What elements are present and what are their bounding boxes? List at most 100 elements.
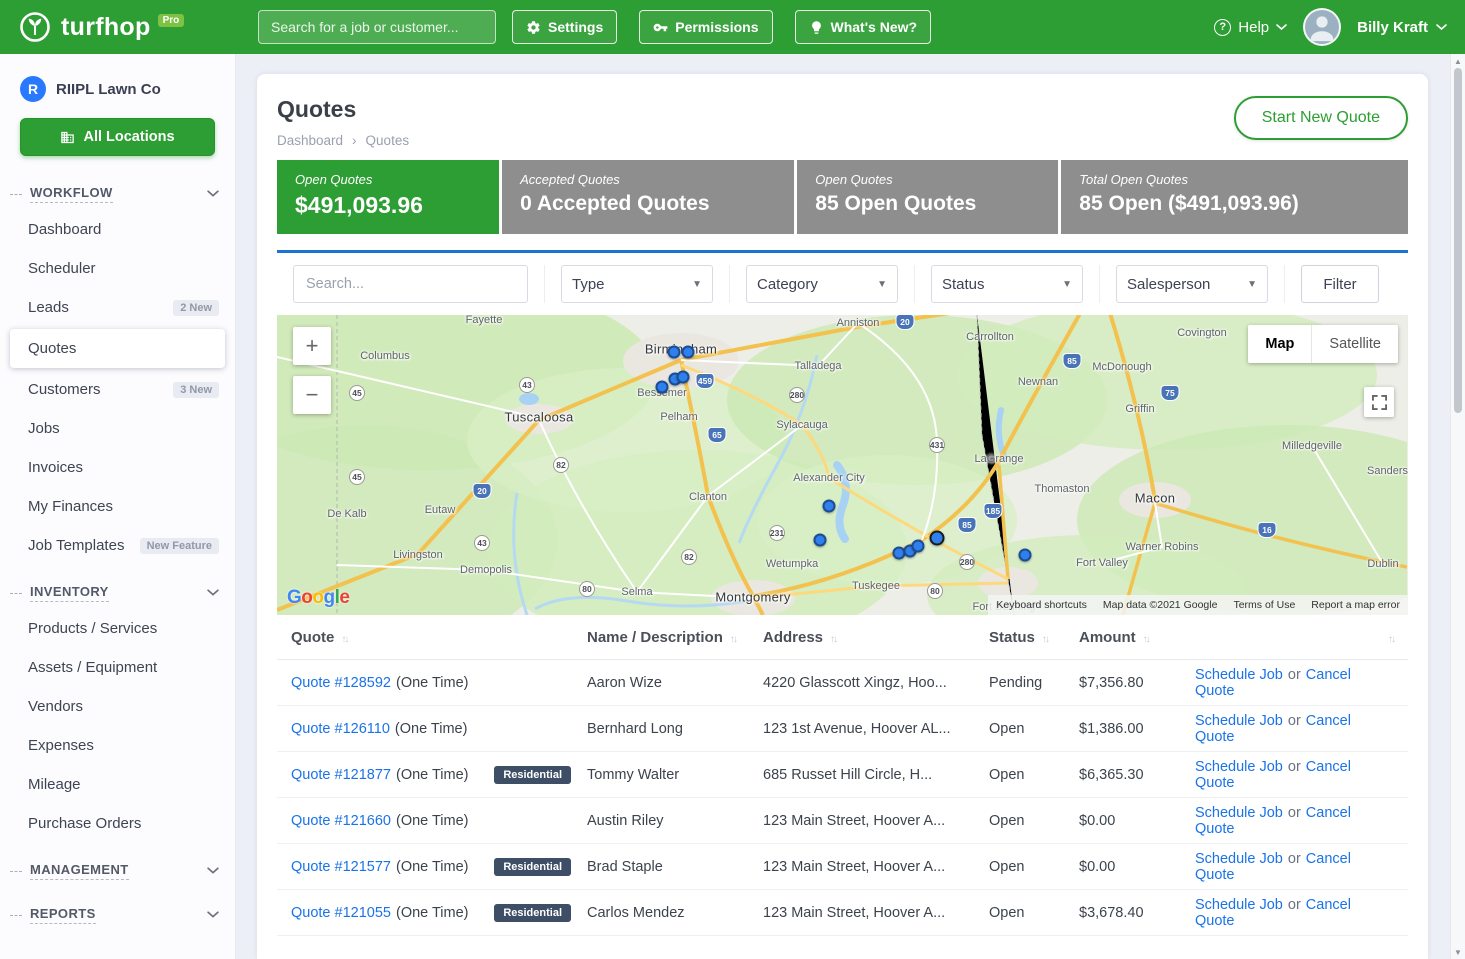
sidebar-item-dashboard[interactable]: Dashboard	[0, 210, 235, 249]
schedule-job-link[interactable]: Schedule Job	[1195, 851, 1283, 867]
category-select[interactable]: Category ▼	[746, 265, 898, 303]
sort-icon[interactable]	[730, 629, 736, 646]
quote-link[interactable]: Quote #128592	[291, 675, 391, 691]
report-map-error-link[interactable]: Report a map error	[1311, 599, 1400, 611]
scroll-up-arrow[interactable]: ▲	[1451, 54, 1465, 68]
map-type-satellite-button[interactable]: Satellite	[1311, 325, 1398, 363]
type-select[interactable]: Type ▼	[561, 265, 713, 303]
start-new-quote-button[interactable]: Start New Quote	[1234, 96, 1408, 140]
filter-bar: Type ▼ Category ▼ Status ▼	[277, 250, 1408, 315]
quote-status: Open	[989, 813, 1079, 829]
zoom-out-button[interactable]: −	[293, 376, 331, 414]
map-marker[interactable]	[668, 346, 681, 359]
tree-dash	[10, 194, 22, 195]
quote-link[interactable]: Quote #121660	[291, 813, 391, 829]
settings-button[interactable]: Settings	[512, 10, 617, 44]
global-search-input[interactable]	[258, 10, 496, 44]
chevron-down-icon: ▼	[877, 279, 887, 290]
sort-icon[interactable]	[1143, 629, 1149, 646]
user-menu[interactable]: Billy Kraft	[1357, 19, 1447, 36]
sidebar-item-leads[interactable]: Leads 2 New	[0, 288, 235, 327]
map-type-map-button[interactable]: Map	[1248, 325, 1311, 363]
sidebar-item-job-templates[interactable]: Job Templates New Feature	[0, 526, 235, 565]
quotes-search-input[interactable]	[293, 265, 528, 303]
schedule-job-link[interactable]: Schedule Job	[1195, 805, 1283, 821]
schedule-job-link[interactable]: Schedule Job	[1195, 759, 1283, 775]
terms-of-use-link[interactable]: Terms of Use	[1233, 599, 1295, 611]
app-logo[interactable]: turfhop Pro	[18, 10, 242, 44]
map-marker[interactable]	[682, 346, 695, 359]
google-logo: Google	[287, 587, 349, 609]
th-amount[interactable]: Amount	[1079, 629, 1195, 646]
quote-type: (One Time)	[396, 859, 469, 875]
sidebar-item-expenses[interactable]: Expenses	[0, 726, 235, 765]
schedule-job-link[interactable]: Schedule Job	[1195, 897, 1283, 913]
quote-link[interactable]: Quote #126110	[291, 721, 390, 737]
quote-link[interactable]: Quote #121577	[291, 859, 391, 875]
permissions-button[interactable]: Permissions	[639, 10, 772, 44]
user-name: Billy Kraft	[1357, 19, 1428, 36]
map-city-label: Clanton	[689, 491, 727, 503]
residential-badge: Residential	[494, 858, 571, 876]
sidebar-item-assets-equipment[interactable]: Assets / Equipment	[0, 648, 235, 687]
filter-button[interactable]: Filter	[1301, 265, 1379, 303]
fullscreen-button[interactable]	[1364, 387, 1394, 417]
map-marker[interactable]	[823, 500, 836, 513]
map-marker[interactable]	[656, 381, 669, 394]
all-locations-button[interactable]: All Locations	[20, 118, 215, 156]
whats-new-button[interactable]: What's New?	[795, 10, 932, 44]
sidebar-item-scheduler[interactable]: Scheduler	[0, 249, 235, 288]
section-inventory[interactable]: INVENTORY	[0, 577, 235, 609]
th-quote[interactable]: Quote	[291, 629, 587, 646]
section-workflow[interactable]: WORKFLOW	[0, 178, 235, 210]
route-shield-icon: 43	[474, 535, 490, 551]
scrollbar-thumb[interactable]	[1454, 68, 1462, 413]
quote-status: Pending	[989, 675, 1079, 691]
vertical-scrollbar[interactable]: ▲ ▼	[1450, 54, 1465, 959]
map-overlay-layer: FayetteColumbusTuscaloosaBirminghamBesse…	[277, 315, 1408, 615]
breadcrumb-dashboard[interactable]: Dashboard	[277, 133, 343, 148]
sidebar-item-purchase-orders[interactable]: Purchase Orders	[0, 804, 235, 843]
map-marker[interactable]	[912, 540, 925, 553]
help-menu[interactable]: ? Help	[1214, 19, 1287, 36]
salesperson-select[interactable]: Salesperson ▼	[1116, 265, 1268, 303]
th-name-description[interactable]: Name / Description	[587, 629, 763, 646]
map-marker[interactable]	[930, 531, 945, 546]
logo-text: turfhop	[61, 13, 151, 42]
sidebar-item-invoices[interactable]: Invoices	[0, 448, 235, 487]
map-marker[interactable]	[677, 371, 690, 384]
map-city-label: Thomaston	[1034, 483, 1089, 495]
company-row[interactable]: R RIIPL Lawn Co	[0, 72, 235, 102]
section-reports[interactable]: REPORTS	[0, 899, 235, 931]
schedule-job-link[interactable]: Schedule Job	[1195, 667, 1283, 683]
sidebar-item-products-services[interactable]: Products / Services	[0, 609, 235, 648]
gear-icon	[526, 20, 541, 35]
sidebar-item-quotes[interactable]: Quotes	[10, 329, 225, 368]
user-avatar[interactable]	[1303, 8, 1341, 46]
keyboard-shortcuts-link[interactable]: Keyboard shortcuts	[996, 599, 1086, 611]
sort-icon[interactable]	[341, 629, 347, 646]
zoom-in-button[interactable]: +	[293, 327, 331, 365]
th-status[interactable]: Status	[989, 629, 1079, 646]
section-management[interactable]: MANAGEMENT	[0, 855, 235, 887]
map-marker[interactable]	[1019, 549, 1032, 562]
quote-link[interactable]: Quote #121877	[291, 767, 391, 783]
schedule-job-link[interactable]: Schedule Job	[1195, 713, 1283, 729]
sidebar-item-vendors[interactable]: Vendors	[0, 687, 235, 726]
sort-icon[interactable]	[830, 629, 836, 646]
th-address[interactable]: Address	[763, 629, 989, 646]
scroll-down-arrow[interactable]: ▼	[1451, 945, 1465, 959]
sort-icon[interactable]	[1388, 629, 1394, 646]
sidebar-item-mileage[interactable]: Mileage	[0, 765, 235, 804]
status-select[interactable]: Status ▼	[931, 265, 1083, 303]
th-actions[interactable]	[1195, 629, 1394, 646]
sidebar-item-customers[interactable]: Customers 3 New	[0, 370, 235, 409]
chevron-down-icon: ▼	[1062, 279, 1072, 290]
quote-link[interactable]: Quote #121055	[291, 905, 391, 921]
map-city-label: Newnan	[1018, 376, 1058, 388]
sidebar-item-my-finances[interactable]: My Finances	[0, 487, 235, 526]
map-marker[interactable]	[814, 534, 827, 547]
sort-icon[interactable]	[1042, 629, 1048, 646]
map[interactable]: FayetteColumbusTuscaloosaBirminghamBesse…	[277, 315, 1408, 615]
sidebar-item-jobs[interactable]: Jobs	[0, 409, 235, 448]
